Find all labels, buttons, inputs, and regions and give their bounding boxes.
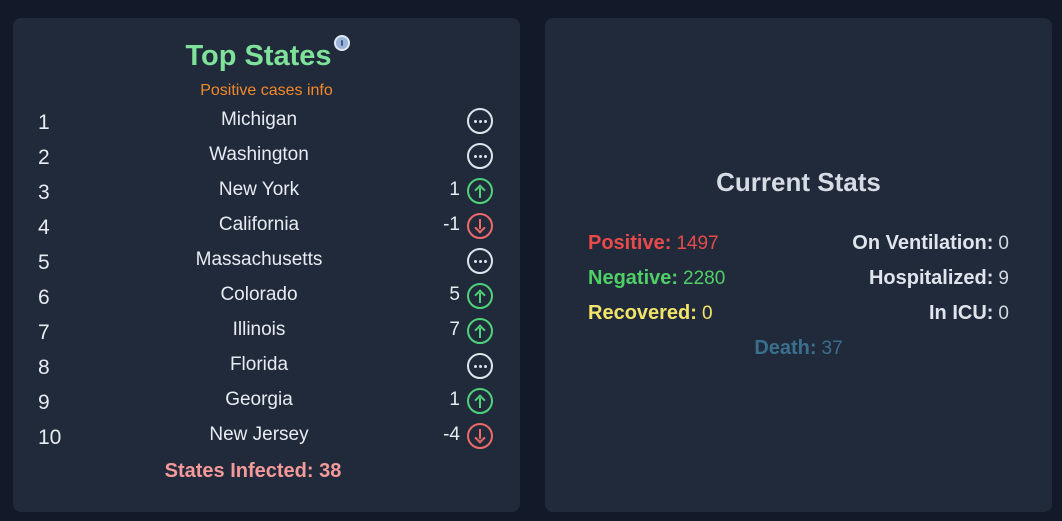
state-rank: 2	[38, 146, 50, 169]
state-rank: 8	[38, 356, 50, 379]
state-name: New Jersey	[209, 424, 309, 445]
state-row: 8 Florida	[13, 351, 520, 386]
more-dots-icon[interactable]	[467, 143, 493, 169]
death-stat: Death: 37	[545, 337, 1052, 360]
state-row: 6 Colorado 5	[13, 281, 520, 316]
recovered-value: 0	[701, 303, 713, 324]
in-icu-label: In ICU:	[928, 302, 994, 324]
state-rank: 5	[38, 251, 50, 274]
top-states-card: Top States Positive cases info 1 Michigan…	[13, 18, 520, 512]
state-row: 3 New York 1	[13, 176, 520, 211]
hospitalized-stat: Hospitalized: 9	[869, 267, 1009, 290]
more-dots-icon[interactable]	[467, 108, 493, 134]
hospitalized-label: Hospitalized:	[868, 267, 994, 289]
state-rank: 6	[38, 286, 50, 309]
positive-value: 1497	[676, 233, 719, 254]
on-ventilation-label: On Ventilation:	[852, 232, 994, 254]
death-label: Death:	[754, 337, 817, 359]
state-name: Massachusetts	[195, 249, 323, 270]
death-value: 37	[821, 338, 843, 359]
state-name: Georgia	[225, 389, 293, 410]
arrow-up-circle-icon	[467, 388, 493, 414]
current-stats-title: Current Stats	[716, 167, 881, 197]
arrow-down-circle-icon	[467, 213, 493, 239]
more-dots-icon[interactable]	[467, 353, 493, 379]
rank-change: 5	[449, 284, 460, 305]
state-rank: 4	[38, 216, 50, 239]
top-states-subtitle: Positive cases info	[200, 82, 333, 99]
more-dots-icon[interactable]	[467, 248, 493, 274]
states-infected-count: States Infected: 38	[164, 460, 342, 482]
state-name: California	[218, 214, 300, 235]
state-rank: 3	[38, 181, 50, 204]
rank-change: 1	[449, 179, 460, 200]
top-states-title: Top States	[13, 35, 520, 73]
positive-label: Positive:	[588, 232, 672, 254]
negative-value: 2280	[683, 268, 726, 289]
negative-stat: Negative: 2280	[588, 267, 725, 290]
current-stats-card: Current Stats Positive: 1497 Negative: 228…	[545, 18, 1052, 512]
rank-change: 1	[449, 389, 460, 410]
hospitalized-value: 9	[998, 268, 1009, 289]
state-name: Washington	[209, 144, 309, 165]
arrow-up-circle-icon	[467, 318, 493, 344]
in-icu-value: 0	[998, 303, 1009, 324]
state-name: Michigan	[220, 109, 298, 130]
negative-label: Negative:	[588, 267, 679, 289]
state-rank: 1	[38, 111, 50, 134]
rank-change: -4	[443, 424, 460, 445]
state-row: 2 Washington	[13, 141, 520, 176]
state-rank: 7	[38, 321, 50, 344]
rank-change: -1	[443, 214, 460, 235]
recovered-label: Recovered:	[588, 302, 697, 324]
arrow-down-circle-icon	[467, 423, 493, 449]
state-row: 4 California -1	[13, 211, 520, 246]
state-rank: 9	[38, 391, 50, 414]
state-row: 1 Michigan	[13, 106, 520, 141]
info-icon[interactable]	[333, 35, 350, 52]
state-rank: 10	[38, 426, 62, 449]
state-row: 5 Massachusetts	[13, 246, 520, 281]
rank-change: 7	[449, 319, 460, 340]
state-name: Illinois	[232, 319, 286, 340]
positive-stat: Positive: 1497	[588, 232, 719, 255]
recovered-stat: Recovered: 0	[588, 302, 713, 325]
on-ventilation-value: 0	[998, 233, 1009, 254]
top-states-list: 1 Michigan 2 Washington 3 New York 1 4 Californi…	[13, 106, 520, 456]
state-name: Florida	[229, 354, 289, 375]
state-row: 10 New Jersey -4	[13, 421, 520, 456]
arrow-up-circle-icon	[467, 178, 493, 204]
on-ventilation-stat: On Ventilation: 0	[852, 232, 1009, 255]
state-name: New York	[218, 179, 300, 200]
in-icu-stat: In ICU: 0	[929, 302, 1009, 325]
arrow-up-circle-icon	[467, 283, 493, 309]
state-row: 7 Illinois 7	[13, 316, 520, 351]
state-name: Colorado	[220, 284, 298, 305]
state-row: 9 Georgia 1	[13, 386, 520, 421]
